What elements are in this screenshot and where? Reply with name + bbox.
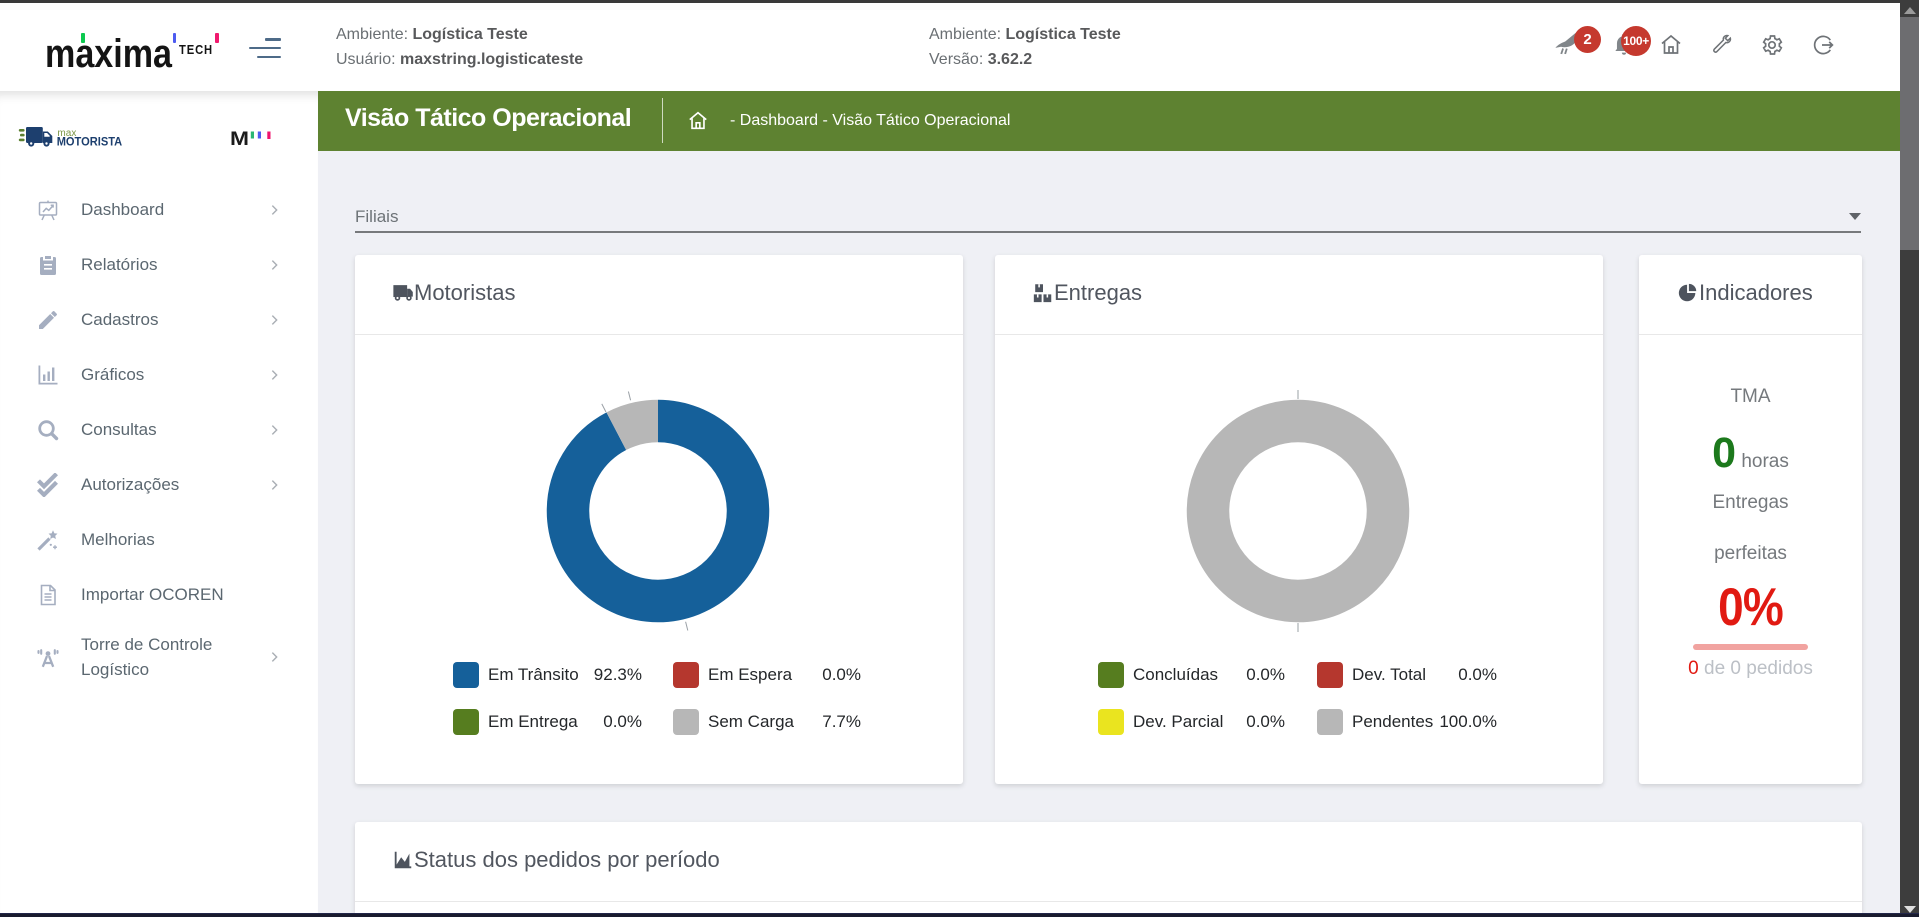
svg-text:maxima: maxima [45,32,173,72]
svg-text:MOTORISTA: MOTORISTA [57,136,123,148]
svg-text:M: M [230,131,249,147]
svg-text:TECH: TECH [179,42,213,57]
